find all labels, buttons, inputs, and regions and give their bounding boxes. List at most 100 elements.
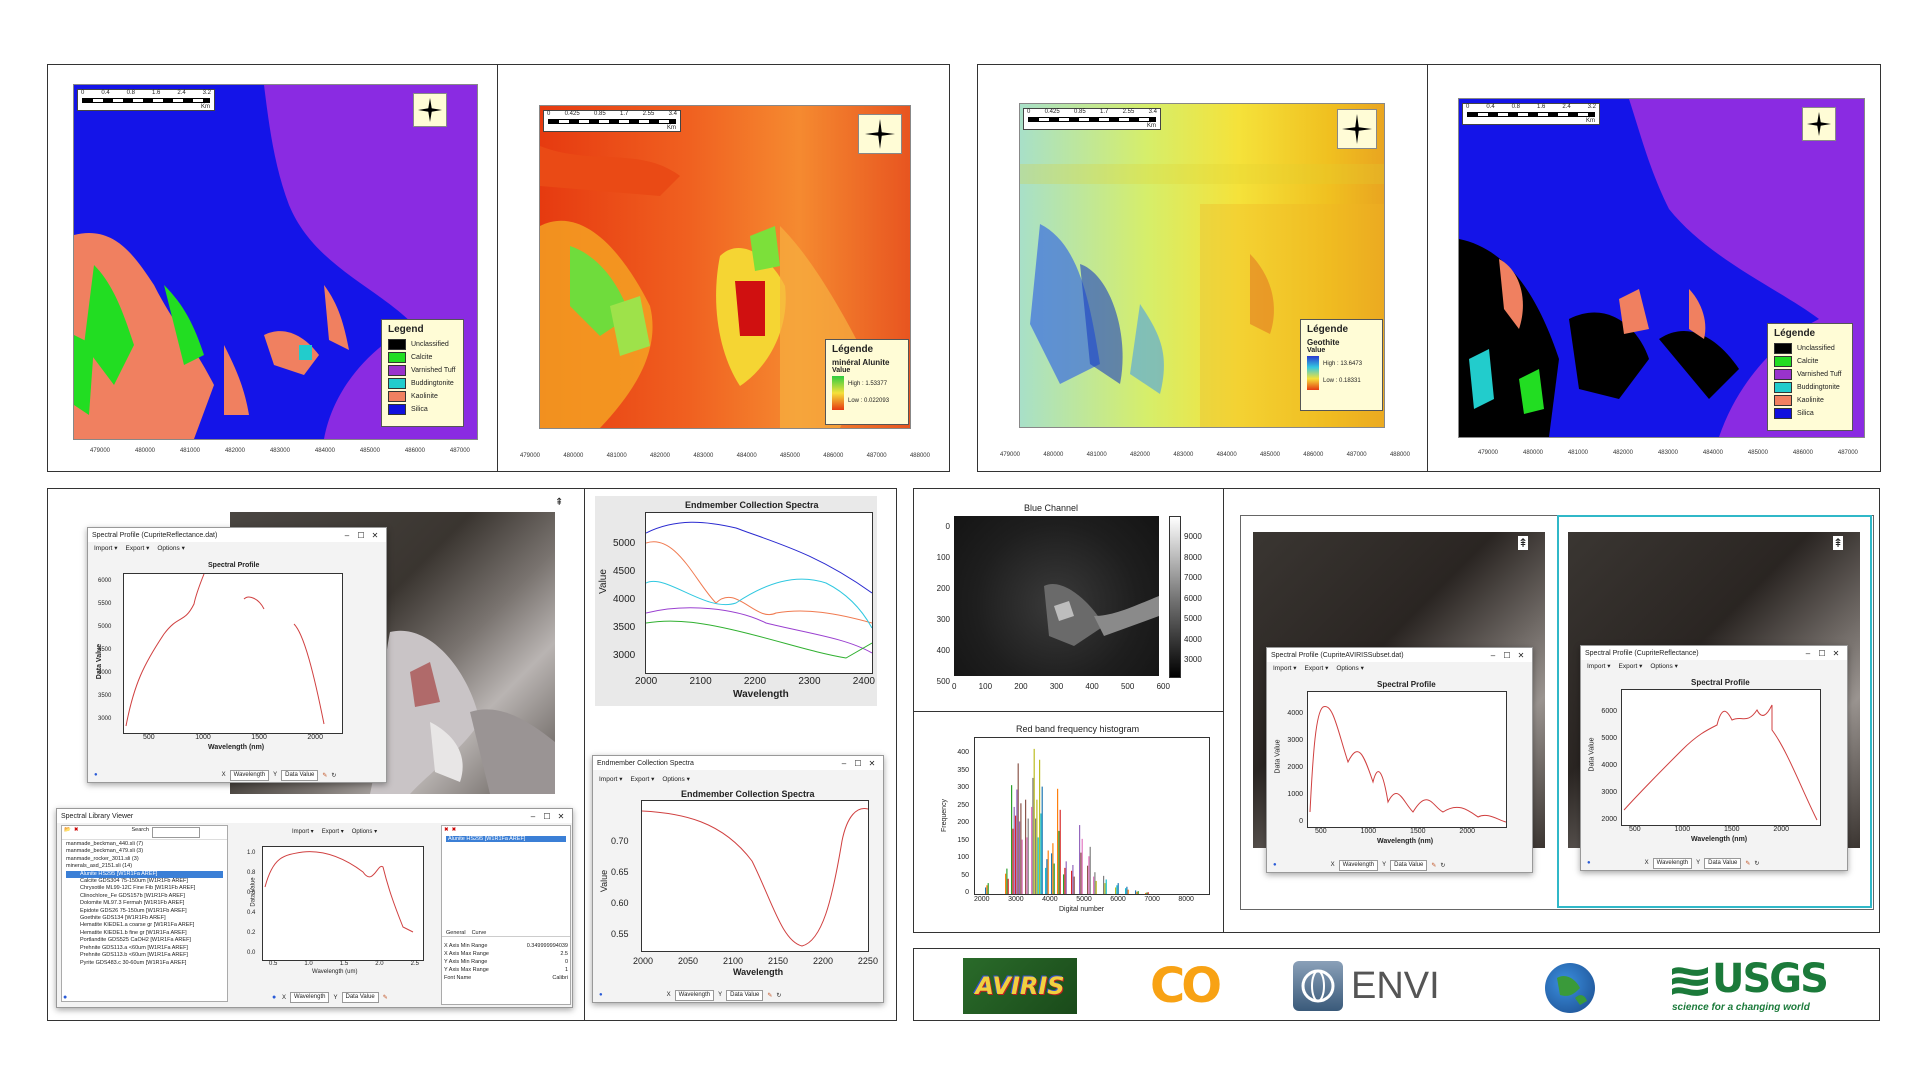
- prop-row[interactable]: Font Name Calibri: [444, 974, 568, 982]
- y-axis-select[interactable]: Data Value: [726, 989, 764, 1001]
- delete-icon[interactable]: ✖: [444, 827, 449, 833]
- options-menu[interactable]: Options ▾: [352, 828, 377, 835]
- library-tree-item[interactable]: Prehnite GDS113.a <60um [W1R1Fa AREF]: [66, 945, 223, 952]
- x-axis-select[interactable]: Wavelength: [1652, 857, 1693, 869]
- help-icon[interactable]: ●: [599, 992, 603, 998]
- export-menu[interactable]: Export ▾: [1305, 664, 1329, 672]
- pencil-icon[interactable]: ✎: [383, 994, 388, 1001]
- maximize-button[interactable]: ☐: [1815, 649, 1829, 658]
- library-tree-item[interactable]: Hematite KIEDE1.a coarse gr [W1R1Fa AREF…: [66, 922, 223, 929]
- endmember-chart[interactable]: Endmember Collection Spectra 5000 4500 400…: [595, 496, 877, 706]
- library-tree-item[interactable]: Hematite KIEDE1.b fine gr [W1R1Fa AREF]: [66, 930, 223, 937]
- pencil-icon[interactable]: ✎: [767, 992, 772, 999]
- pencil-icon[interactable]: ✎: [322, 772, 327, 779]
- export-menu[interactable]: Export ▾: [322, 828, 344, 835]
- prop-row[interactable]: X Axis Max Range 2.5: [444, 950, 568, 958]
- delete-icon[interactable]: ✖: [74, 827, 79, 838]
- library-tree-item[interactable]: Dolomite ML97.3 Fermah [W1R1Fb AREF]: [66, 900, 223, 907]
- close-button[interactable]: ✕: [1829, 649, 1843, 658]
- library-tree-item[interactable]: Epidote GDS26 75-150um [W1R1Fb AREF]: [66, 908, 223, 915]
- goethite-map[interactable]: 0 0.425 0.85 1.7 2.55 3.4 Km Légende Geothite…: [1019, 103, 1385, 428]
- export-menu[interactable]: Export ▾: [631, 775, 655, 783]
- minimize-button[interactable]: –: [1486, 651, 1500, 660]
- pencil-icon[interactable]: ✎: [1745, 860, 1750, 867]
- import-menu[interactable]: Import ▾: [1587, 662, 1611, 670]
- library-tree-item[interactable]: minerals_asd_2151.sli (14): [66, 863, 223, 870]
- selected-spectrum[interactable]: Alunite HS295 [W1R1Fa AREF]: [446, 836, 566, 842]
- import-menu[interactable]: Import ▾: [599, 775, 623, 783]
- delete-all-icon[interactable]: ✖: [452, 827, 457, 833]
- y-axis-select[interactable]: Data Value: [341, 992, 379, 1003]
- alunite-map[interactable]: 0 0.425 0.85 1.7 2.55 3.4 Km Légende minéral …: [539, 105, 911, 429]
- spectral-plot[interactable]: [1621, 689, 1821, 826]
- export-menu[interactable]: Export ▾: [126, 544, 150, 552]
- maximize-button[interactable]: ☐: [540, 812, 554, 821]
- spectral-profile-window-a[interactable]: Spectral Profile (CupriteAVIRISSubset.da…: [1266, 647, 1533, 873]
- classification-map-2[interactable]: 0 0.4 0.8 1.6 2.4 3.2 Km Légende Unclassified…: [1458, 98, 1865, 438]
- options-menu[interactable]: Options ▾: [662, 775, 689, 783]
- library-tree-item[interactable]: Pyrite GDS483.c 30-60um [W1R1Fa AREF]: [66, 960, 223, 967]
- library-tree-item[interactable]: Prehnite GDS113.b <60um [W1R1Fa AREF]: [66, 952, 223, 959]
- y-axis-select[interactable]: Data Value: [281, 769, 319, 781]
- y-axis-select[interactable]: Data Value: [1704, 857, 1742, 869]
- help-icon[interactable]: ●: [1587, 860, 1591, 866]
- refresh-icon[interactable]: ↻: [1440, 862, 1445, 869]
- spectral-profile-window-b[interactable]: Spectral Profile (CupriteReflectance) – ☐ ✕…: [1580, 645, 1848, 871]
- spectral-plot[interactable]: [123, 573, 343, 734]
- refresh-icon[interactable]: ↻: [331, 772, 336, 779]
- options-menu[interactable]: Options ▾: [157, 544, 184, 552]
- help-icon[interactable]: ●: [1273, 862, 1277, 868]
- x-axis-select[interactable]: Wavelength: [674, 989, 715, 1001]
- library-tree[interactable]: 📂 ✖ Search manmade_beckman_440.sli (7) manm…: [61, 825, 228, 1002]
- refresh-icon[interactable]: ↻: [776, 992, 781, 999]
- prop-row[interactable]: Y Axis Max Range 1: [444, 966, 568, 974]
- properties-panel[interactable]: ✖ ✖ Alunite HS295 [W1R1Fa AREF] General C…: [441, 825, 571, 1005]
- library-tree-item[interactable]: Portlandite GDS525 CaOH2 [W1R1Fa AREF]: [66, 937, 223, 944]
- spectral-plot[interactable]: [1307, 691, 1507, 828]
- import-menu[interactable]: Import ▾: [1273, 664, 1297, 672]
- minimize-button[interactable]: –: [526, 812, 540, 821]
- library-tree-item[interactable]: manmade_rocker_3011.sli (3): [66, 856, 223, 863]
- library-tree-item[interactable]: Goethite GDS134 [W1R1Fb AREF]: [66, 915, 223, 922]
- help-icon[interactable]: ●: [272, 994, 276, 1001]
- export-menu[interactable]: Export ▾: [1619, 662, 1643, 670]
- y-axis-select[interactable]: Data Value: [1390, 859, 1428, 871]
- endmember-window[interactable]: Endmember Collection Spectra – ☐ ✕ Import ▾…: [592, 755, 884, 1003]
- library-tree-item[interactable]: manmade_beckman_440.sli (7): [66, 841, 223, 848]
- x-axis-select[interactable]: Wavelength: [1338, 859, 1379, 871]
- library-tree-item[interactable]: Calcite GDS304 75-150um [W1R1Fb AREF]: [66, 878, 223, 885]
- search-input[interactable]: [151, 827, 200, 838]
- close-button[interactable]: ✕: [1514, 651, 1528, 660]
- prop-row[interactable]: X Axis Min Range 0.349999994039: [444, 942, 568, 950]
- minimize-button[interactable]: –: [837, 759, 851, 768]
- library-tree-item[interactable]: Alunite HS295 [W1R1Fa AREF]: [66, 870, 223, 879]
- maximize-button[interactable]: ☐: [1500, 651, 1514, 660]
- help-icon[interactable]: ●: [63, 994, 67, 1001]
- library-tree-item[interactable]: Chrysotile ML99-12C Fine Fib [W1R1Fb ARE…: [66, 885, 223, 892]
- endmember-plot[interactable]: [641, 800, 869, 952]
- help-icon[interactable]: ●: [94, 772, 98, 778]
- close-button[interactable]: ✕: [368, 531, 382, 540]
- tab-curve[interactable]: Curve: [472, 930, 487, 936]
- spectral-library-viewer[interactable]: Spectral Library Viewer – ☐ ✕ 📂 ✖ Search manm…: [56, 808, 573, 1008]
- pencil-icon[interactable]: ✎: [1431, 862, 1436, 869]
- x-axis-select[interactable]: Wavelength: [290, 992, 330, 1003]
- x-axis-select[interactable]: Wavelength: [229, 769, 270, 781]
- maximize-button[interactable]: ☐: [354, 531, 368, 540]
- prop-row[interactable]: Y Axis Min Range 0: [444, 958, 568, 966]
- refresh-icon[interactable]: ↻: [1754, 860, 1759, 867]
- options-menu[interactable]: Options ▾: [1336, 664, 1363, 672]
- library-plot[interactable]: [262, 846, 424, 961]
- close-button[interactable]: ✕: [554, 812, 568, 821]
- histogram-plot[interactable]: [974, 737, 1210, 895]
- options-menu[interactable]: Options ▾: [1650, 662, 1677, 670]
- import-menu[interactable]: Import ▾: [94, 544, 118, 552]
- tab-general[interactable]: General: [446, 930, 466, 936]
- minimize-button[interactable]: –: [340, 531, 354, 540]
- import-menu[interactable]: Import ▾: [292, 828, 314, 835]
- classification-map-1[interactable]: 0 0.4 0.8 1.6 2.4 3.2 Km Legend Unclassified …: [73, 84, 478, 440]
- blue-channel-image[interactable]: [954, 516, 1159, 676]
- spectral-profile-window[interactable]: Spectral Profile (CupriteReflectance.dat…: [87, 527, 387, 783]
- close-button[interactable]: ✕: [865, 759, 879, 768]
- library-tree-item[interactable]: Clinochlore_Fe GDS157b [W1R1Fb AREF]: [66, 893, 223, 900]
